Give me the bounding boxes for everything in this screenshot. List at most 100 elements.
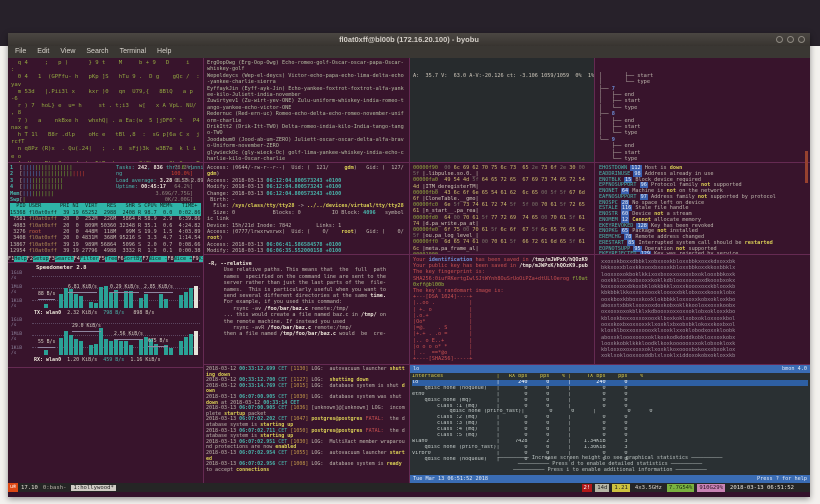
hex-byte: 69 (462, 165, 473, 171)
menu-item-file[interactable]: File (15, 46, 26, 58)
text-seg: ) (216, 171, 220, 178)
pane-cmatrix[interactable]: q 4 ; p ) } 9 t M b + 9 D i : 0 4 1 (GPF… (8, 58, 203, 162)
hex-offset: 00000fe0 (413, 227, 445, 234)
hex-byte: 64 (481, 177, 492, 184)
fkey-label[interactable]: Nice - (148, 255, 168, 262)
pane-hexdump[interactable]: 00000f90 00 6c 69 62 70 75 6c 73 65 2e 7… (410, 163, 594, 254)
hex-byte: 00 (481, 239, 492, 246)
text-seg: on (376, 312, 387, 319)
hex-byte: 6d (550, 239, 560, 246)
fkey-label[interactable]: SortBy (123, 255, 143, 262)
hex-byte: 70 (550, 214, 560, 221)
hex-byte: 72 (531, 239, 542, 246)
fkey-number[interactable]: F3 (49, 256, 55, 262)
pane-stat[interactable]: Access: (0644/-rw-r--r--) Uid: ( 121/ gd… (204, 163, 409, 254)
pane-htop[interactable]: 1 [|||||||||||||||| 78.3%] 2 [||||||||||||… (8, 163, 203, 262)
text-seg: CET (275, 382, 291, 389)
text-seg: Modify: 2018-03-13 (207, 184, 267, 191)
menu-bar: File Edit View Search Terminal Help (8, 46, 810, 58)
pane-postgres-log[interactable]: 2018-03-12 00:33:12.699 CET [1130] LOG: … (204, 365, 409, 483)
text-seg: SHA256:0iufRKertgIwlSJtWYnh8OuSrUoOiPZa+… (413, 275, 573, 282)
meter-bar-seg: |||||||||| (31, 177, 64, 184)
pane-speedometer[interactable]: Speedometer 2.8 1GiB /s 1MiB /s 1KiB /s 6.8… (8, 263, 203, 367)
meter-bar-seg: ||||||| (31, 190, 54, 197)
fkey-number[interactable]: F7 (142, 256, 148, 262)
fkey-label[interactable]: Setup (33, 255, 49, 262)
bar (194, 286, 198, 308)
graph-caption: TX: wlan0 2.32 KiB/s 798 B/s 898 B/s (34, 310, 154, 317)
text-seg: /tmp/mJWPxK/hQOzK9.pub (519, 263, 588, 270)
pane-ssh-keygen[interactable]: Your identification has been saved in /t… (410, 255, 594, 364)
hex-byte: 61 (550, 202, 560, 209)
fkey-number[interactable]: F4 (74, 256, 80, 262)
fkey-label[interactable]: Help (14, 255, 27, 262)
text-seg: Your public key has been saved in (413, 263, 520, 270)
window-tab[interactable]: 1:hollywood* (71, 484, 116, 491)
text-seg: CET (275, 461, 291, 468)
fkey-number[interactable]: F6 (117, 256, 123, 262)
menu-item-search[interactable]: Search (86, 46, 108, 58)
text-seg: /foo/bar/baz.c (267, 325, 312, 332)
maximize-button[interactable] (787, 36, 794, 43)
terminal-scrollbar-thumb[interactable] (805, 151, 808, 183)
window-title: fl0at0xff@bl00b (172.16.20.100) - byobu (339, 35, 479, 44)
menu-item-edit[interactable]: Edit (37, 46, 49, 58)
pane-bmon[interactable]: lo bmon 4.0 Interfaces │ RX bps pps % │ … (410, 365, 810, 483)
text-seg: postgres@postgres (311, 427, 363, 434)
window-tab[interactable]: 0:bash- (43, 485, 67, 491)
text-seg: 3.28 (159, 177, 176, 184)
menu-item-terminal[interactable]: Terminal (120, 46, 146, 58)
hex-byte: 6f (444, 227, 454, 234)
pane-apg-passwords[interactable]: ErgOopOwg (Erg-Oop-Owg) Echo-romeo-golf-… (204, 58, 409, 162)
fkey-number[interactable]: F8 (167, 256, 173, 262)
pane-mplayer[interactable]: A: 35.7 V: 63.0 A-V:-20.126 ct: -3.106 1… (410, 58, 594, 162)
hex-byte: 61 (413, 208, 423, 215)
pid-cell: 7581 (10, 216, 29, 223)
meter-bar-seg: |||||||||| (31, 184, 64, 191)
text-seg: names specified on the command line are … (208, 273, 387, 280)
byobu-pane-grid: q 4 ; p ) } 9 t M b + 9 D i : 0 4 1 (GPF… (8, 58, 810, 483)
pane-tree[interactable]: │ ├── start │ └── type ├── 7 │ ├── end │ ├──… (595, 58, 810, 162)
menu-item-view[interactable]: View (60, 46, 75, 58)
text-seg: Tasks: (116, 165, 138, 171)
process-row[interactable]: 12954 fl0at0xff 39 19 27796 4988 3332 R … (10, 248, 201, 254)
pane-errno-list[interactable]: EHOSTDOWN 112 Host is down EADDRINUSE 98 … (595, 163, 810, 254)
bar (184, 292, 188, 308)
text-seg: 00:33:12.699 (239, 366, 276, 372)
pid-cell: 4083 (10, 222, 29, 229)
graph-caption: RX: wlan0 1.20 KiB/s 459 B/s 1.16 KiB/s (34, 357, 160, 364)
pane-noise-output[interactable]: xxoxxkboxxdbbklxobxxoxkbloxxbbkxoxxkdxox… (595, 255, 810, 364)
hexdump-line: 00000fc0 6e 5f 73 74 61 72 74 5f 5f 00 7… (413, 202, 591, 214)
fkey-label[interactable]: Tree (104, 255, 118, 262)
window-titlebar[interactable]: fl0at0xff@bl00b (172.16.20.100) - byobu (8, 33, 810, 46)
row-cells: 39 19 65252 2988 2408 R 98.7 0.0 0:02.86… (63, 209, 201, 216)
value-label: 2.56 KiB/s (114, 332, 143, 340)
text-seg: [1130] (290, 366, 309, 372)
text-seg: ../../devices/virtual/tty/tty28 (306, 203, 404, 210)
text-seg: │ └── type (599, 130, 638, 137)
text-seg: /sys/class/tty/tty28 (232, 203, 295, 210)
pane-rsync-manpage[interactable]: -R, --relative Use relative paths. This … (204, 255, 409, 364)
fkey-label[interactable]: Filter (79, 255, 99, 262)
text-seg: has been saved in (472, 257, 532, 263)
menu-item-help[interactable]: Help (157, 46, 171, 58)
hex-offset: 00000f90 (413, 165, 445, 171)
hex-byte: 5f (413, 233, 423, 240)
fkey-number[interactable]: F9 (192, 256, 198, 262)
status-badge: 7.7G54% (666, 483, 695, 492)
hex-byte: 2e (559, 165, 570, 171)
hex-byte: 6c (453, 165, 463, 171)
fkey-number[interactable]: F5 (99, 256, 105, 262)
hex-byte: 43 (444, 189, 454, 196)
minimize-button[interactable] (776, 36, 783, 43)
fkey-label[interactable]: Search (54, 255, 74, 262)
ubuntu-logo-icon: u® (8, 483, 19, 492)
row-cells: 39 19 989M 56864 5096 S 2.0 0.7 0:08.66 … (63, 241, 201, 248)
row-cells: 39 19 27796 4988 3332 R 1.3 0.1 0:00.38 … (63, 248, 201, 255)
close-button[interactable] (798, 36, 805, 43)
text-seg: CET (275, 366, 291, 372)
terminal-window: fl0at0xff@bl00b (172.16.20.100) - byobu … (8, 33, 810, 497)
fkey-label[interactable]: Nice + (173, 255, 193, 262)
pane-empty-shell[interactable] (8, 368, 203, 483)
fkey-label[interactable]: Kill (198, 255, 203, 262)
